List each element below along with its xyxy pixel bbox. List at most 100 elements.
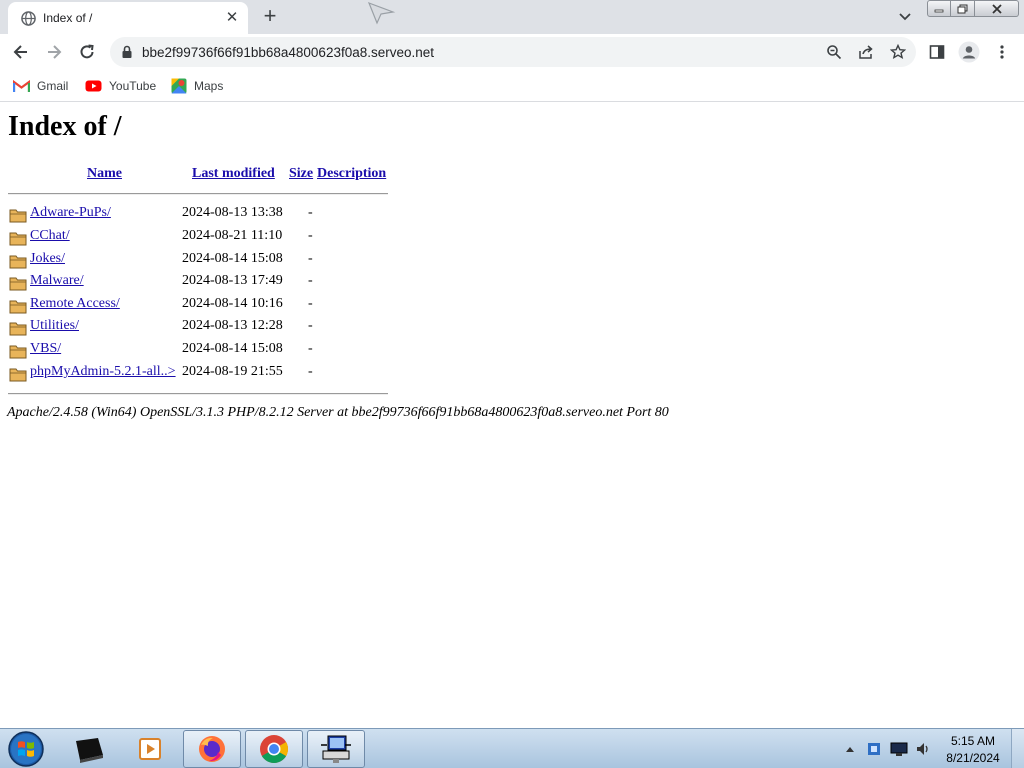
row-name-link[interactable]: Adware-PuPs/: [30, 205, 111, 221]
tab-close-button[interactable]: ✕: [223, 9, 241, 27]
row-name-link[interactable]: VBS/: [30, 341, 61, 357]
bookmark-label: Maps: [194, 79, 224, 93]
bookmark-youtube[interactable]: YouTube: [85, 77, 156, 95]
lock-icon[interactable]: [121, 45, 133, 59]
bookmark-maps[interactable]: Maps: [171, 77, 223, 95]
table-row: Remote Access/ 2024-08-14 10:16 -: [8, 295, 398, 317]
column-header-size[interactable]: Size: [289, 166, 313, 182]
more-vertical-icon: [1000, 45, 1004, 59]
table-row: phpMyAdmin-5.2.1-all..> 2024-08-19 21:55…: [8, 363, 398, 385]
maps-icon: [171, 78, 187, 94]
tab-title: Index of /: [43, 11, 93, 25]
address-bar[interactable]: bbe2f99736f66f91bb68a4800623f0a8.serveo.…: [110, 37, 916, 67]
taskbar-media-player[interactable]: [121, 730, 179, 768]
profile-button[interactable]: [957, 40, 981, 64]
side-panel-icon: [929, 45, 945, 59]
row-modified: 2024-08-13 17:49: [182, 273, 283, 288]
minimize-button[interactable]: [927, 0, 951, 17]
youtube-icon: [85, 80, 102, 92]
folder-icon: [9, 300, 27, 314]
restore-button[interactable]: [951, 0, 975, 17]
server-signature: Apache/2.4.58 (Win64) OpenSSL/3.1.3 PHP/…: [7, 405, 669, 420]
show-hidden-icons-button[interactable]: [842, 729, 858, 768]
windows-orb-icon: [8, 731, 44, 767]
folder-icon: [9, 209, 27, 223]
column-header-last-modified[interactable]: Last modified: [192, 166, 275, 182]
speaker-icon: [917, 743, 928, 755]
show-desktop-button[interactable]: [1011, 729, 1024, 768]
chrome-icon: [260, 735, 288, 763]
reload-button[interactable]: [75, 40, 99, 64]
tray-volume[interactable]: [913, 729, 933, 768]
avatar-icon: [958, 41, 980, 63]
table-row: Utilities/ 2024-08-13 12:28 -: [8, 317, 398, 339]
row-name-link[interactable]: CChat/: [30, 228, 70, 244]
start-button[interactable]: [6, 730, 46, 768]
tab-active[interactable]: Index of / ✕: [8, 2, 248, 34]
new-tab-button[interactable]: +: [258, 5, 282, 29]
row-modified: 2024-08-13 12:28: [182, 318, 283, 333]
folder-icon: [9, 255, 27, 269]
clock-date: 8/21/2024: [946, 751, 1000, 765]
arrow-right-icon: [48, 45, 62, 59]
close-icon: [991, 3, 1002, 14]
taskbar-network-app[interactable]: [307, 730, 365, 768]
share-button[interactable]: [856, 42, 876, 62]
chevron-down-icon[interactable]: [895, 8, 915, 26]
close-window-button[interactable]: [975, 0, 1019, 17]
horizontal-rule: [8, 393, 388, 395]
row-name-link[interactable]: Utilities/: [30, 318, 79, 334]
firefox-icon: [199, 736, 225, 762]
row-modified: 2024-08-14 15:08: [182, 341, 283, 356]
window-controls: [927, 0, 1019, 18]
column-header-description[interactable]: Description: [317, 166, 386, 182]
tray-network[interactable]: [888, 729, 910, 768]
page-content: Index of / Name Last modified Size Descr…: [0, 103, 1024, 728]
folder-icon: [9, 322, 27, 336]
minimize-icon: [934, 9, 944, 12]
mouse-cursor-icon: [367, 1, 396, 25]
table-row: Adware-PuPs/ 2024-08-13 13:38 -: [8, 204, 398, 226]
gmail-icon: [13, 79, 30, 92]
terminal-icon: [76, 738, 103, 763]
taskbar-firefox[interactable]: [183, 730, 241, 768]
tray-app-icon: [868, 743, 880, 755]
row-size: -: [308, 205, 313, 220]
row-name-link[interactable]: Remote Access/: [30, 296, 120, 312]
menu-button[interactable]: [990, 40, 1014, 64]
row-modified: 2024-08-21 11:10: [182, 228, 283, 243]
share-icon: [859, 45, 873, 59]
table-row: VBS/ 2024-08-14 15:08 -: [8, 340, 398, 362]
side-panel-button[interactable]: [925, 40, 949, 64]
row-modified: 2024-08-19 21:55: [182, 364, 283, 379]
taskbar-clock[interactable]: 5:15 AM 8/21/2024: [938, 733, 1008, 767]
caret-up-icon: [846, 747, 854, 752]
url-text[interactable]: bbe2f99736f66f91bb68a4800623f0a8.serveo.…: [142, 45, 434, 60]
tray-app-1[interactable]: [864, 729, 884, 768]
zoom-icon: [827, 45, 842, 60]
taskbar-terminal[interactable]: [60, 730, 118, 768]
table-row: CChat/ 2024-08-21 11:10 -: [8, 227, 398, 249]
row-name-link[interactable]: Jokes/: [30, 251, 65, 267]
bookmark-star-button[interactable]: [888, 42, 908, 62]
back-button[interactable]: [9, 40, 33, 64]
row-size: -: [308, 296, 313, 311]
star-icon: [890, 44, 906, 60]
globe-icon: [21, 11, 36, 26]
row-name-link[interactable]: phpMyAdmin-5.2.1-all..>: [30, 364, 176, 380]
bookmark-gmail[interactable]: Gmail: [13, 77, 68, 95]
horizontal-rule: [8, 193, 388, 195]
row-size: -: [308, 228, 313, 243]
taskbar: 5:15 AM 8/21/2024: [0, 728, 1024, 768]
tab-strip: Index of / ✕ +: [0, 0, 1024, 34]
row-size: -: [308, 341, 313, 356]
table-row: Jokes/ 2024-08-14 15:08 -: [8, 250, 398, 272]
row-modified: 2024-08-14 10:16: [182, 296, 283, 311]
row-size: -: [308, 318, 313, 333]
row-name-link[interactable]: Malware/: [30, 273, 84, 289]
forward-button[interactable]: [42, 40, 66, 64]
column-header-name[interactable]: Name: [87, 166, 122, 182]
zoom-button[interactable]: [824, 42, 844, 62]
folder-icon: [9, 345, 27, 359]
taskbar-chrome[interactable]: [245, 730, 303, 768]
